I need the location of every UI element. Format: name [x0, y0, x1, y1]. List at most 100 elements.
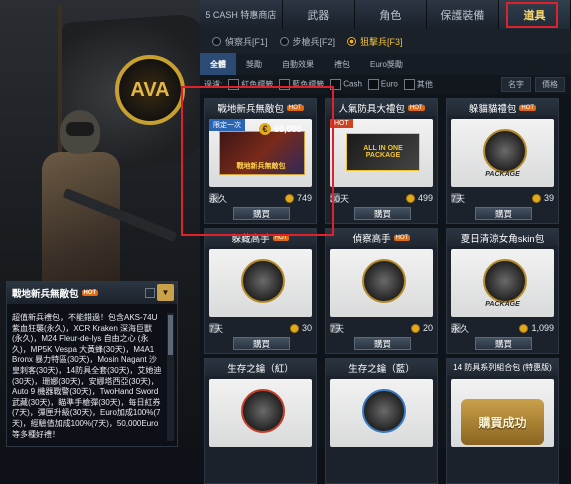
radio-rifleman[interactable]: 步槍兵[F2]	[279, 35, 336, 48]
scrollbar-thumb[interactable]	[168, 315, 173, 355]
item-footer: 7天 20	[326, 321, 437, 335]
item-footer: 7天 39	[447, 191, 558, 205]
info-toggle-icon[interactable]	[145, 288, 155, 298]
item-card[interactable]: 生存之鑰（藍）	[325, 358, 438, 484]
buy-button[interactable]: 購買	[354, 207, 411, 220]
cash-coin-icon	[519, 323, 529, 333]
tab-cash-shop[interactable]: 5 CASH 特惠商店	[200, 0, 283, 29]
item-card[interactable]: 躲貓貓禮包 HOT PACKAGE 7天 39 購買	[446, 98, 559, 224]
item-card[interactable]: 躲藏高手 HOT 7天 30 購買	[204, 228, 317, 354]
info-description: 超值新兵禮包，不能錯過！包含AKS-74U 紫血狂襲(永久)，XCR Krake…	[12, 313, 162, 439]
item-price: 1,099	[519, 323, 554, 333]
price-value: 499	[417, 193, 433, 203]
tab-weapons[interactable]: 武器	[282, 0, 355, 29]
item-title: 人氣防具大禮包 HOT	[326, 99, 437, 116]
item-name: 生存之鑰（紅）	[227, 363, 294, 375]
item-icon	[241, 259, 285, 303]
item-card[interactable]: 人氣防具大禮包 HOT ALL IN ONE PACKAGE HOT 30天 499…	[325, 98, 438, 224]
sort-by-name-button[interactable]: 名字	[501, 77, 531, 92]
purchase-success-overlay: 購買成功	[461, 399, 544, 445]
item-image	[330, 249, 433, 317]
item-duration: 7天	[451, 193, 466, 204]
item-name: 14 防具系列組合包 (特惠版)	[453, 363, 552, 372]
checkbox	[367, 79, 379, 90]
key-icon	[241, 389, 285, 433]
tab-characters[interactable]: 角色	[354, 0, 427, 29]
category-rewards[interactable]: 獎勵	[236, 53, 272, 75]
item-title: 生存之鑰（藍）	[326, 359, 437, 376]
category-euro-rewards[interactable]: Euro獎勵	[360, 53, 413, 75]
item-duration: 7天	[209, 323, 224, 334]
item-duration: 永久	[451, 323, 470, 334]
package-icon	[483, 129, 527, 173]
item-title: 14 防具系列組合包 (特惠版)	[447, 359, 558, 376]
package-icon	[483, 259, 527, 303]
item-card[interactable]: 生存之鑰（紅）	[204, 358, 317, 484]
item-info-panel: 戰地新兵無敵包 HOT ▼ 超值新兵禮包，不能錯過！包含AKS-74U 紫血狂襲…	[6, 281, 178, 447]
category-gift-packs[interactable]: 禮包	[324, 53, 360, 75]
item-name: 偵察高手	[352, 233, 391, 245]
category-all[interactable]: 全體	[200, 53, 236, 75]
item-name: 躲貓貓禮包	[468, 103, 517, 115]
item-image: PACKAGE	[451, 249, 554, 317]
radio-dot	[279, 36, 289, 46]
filter-cash[interactable]: Cash	[330, 79, 362, 90]
tab-protective-gear[interactable]: 保護裝備	[426, 0, 499, 29]
package-box: ALL IN ONE PACKAGE	[346, 133, 420, 171]
item-image: 購買成功	[451, 379, 554, 447]
buy-button[interactable]: 購買	[475, 337, 532, 350]
price-value: 39	[543, 193, 554, 203]
item-image: ALL IN ONE PACKAGE HOT	[330, 119, 433, 187]
hot-badge: HOT	[519, 104, 537, 111]
item-footer: 7天 30	[205, 321, 316, 335]
filter-other[interactable]: 其他	[403, 79, 433, 91]
highlight-first-item	[181, 86, 334, 236]
item-card[interactable]: 14 防具系列組合包 (特惠版) 購買成功	[446, 358, 559, 484]
class-radio-row: 偵察兵[F1] 步槍兵[F2] 狙擊兵[F3]	[200, 29, 571, 53]
radio-label: 偵察兵[F1]	[225, 36, 268, 47]
item-image	[209, 249, 312, 317]
checkbox	[403, 79, 415, 91]
item-name: 夏日清涼女角skin包	[460, 233, 545, 245]
hot-badge: HOT	[81, 290, 99, 296]
chevron-down-icon[interactable]: ▼	[157, 284, 174, 301]
item-image: PACKAGE	[451, 119, 554, 187]
item-image	[209, 379, 312, 447]
filter-text: 其他	[416, 79, 433, 89]
item-title: 夏日清涼女角skin包	[447, 229, 558, 246]
item-card[interactable]: 夏日清涼女角skin包 PACKAGE 永久 1,099 購買	[446, 228, 559, 354]
item-title: 躲貓貓禮包 HOT	[447, 99, 558, 116]
item-footer: 30天 499	[326, 191, 437, 205]
radio-scout[interactable]: 偵察兵[F1]	[212, 35, 268, 48]
hot-badge: HOT	[393, 234, 411, 241]
info-scrollbar[interactable]	[167, 313, 174, 441]
buy-button[interactable]: 購買	[354, 337, 411, 350]
key-icon	[362, 389, 406, 433]
filter-text: Cash	[343, 79, 362, 89]
price-value: 30	[301, 323, 312, 333]
sort-controls: 名字 價格	[501, 77, 571, 92]
emblem-text: AVA	[130, 78, 170, 101]
radio-label: 步槍兵[F2]	[292, 36, 336, 47]
package-label: PACKAGE	[485, 301, 520, 308]
buy-button[interactable]: 購買	[475, 207, 532, 220]
item-price: 20	[410, 323, 433, 333]
item-title: 生存之鑰（紅）	[205, 359, 316, 376]
filter-euro[interactable]: Euro	[367, 79, 398, 90]
cash-coin-icon	[289, 323, 299, 333]
category-tabs: 全體 獎勵 自動效果 禮包 Euro獎勵	[200, 53, 571, 75]
price-value: 20	[422, 323, 433, 333]
item-footer: 永久 1,099	[447, 321, 558, 335]
item-price: 39	[531, 193, 554, 203]
radio-sniper[interactable]: 狙擊兵[F3]	[347, 35, 403, 48]
category-auto-effects[interactable]: 自動效果	[272, 53, 324, 75]
item-title: 偵察高手 HOT	[326, 229, 437, 246]
radio-dot-selected	[347, 36, 357, 46]
item-icon	[362, 259, 406, 303]
soldier-body	[42, 152, 120, 302]
cash-coin-icon	[405, 193, 415, 203]
sort-by-price-button[interactable]: 價格	[535, 77, 565, 92]
item-card[interactable]: 偵察高手 HOT 7天 20 購買	[325, 228, 438, 354]
buy-button[interactable]: 購買	[233, 337, 290, 350]
info-title-text: 戰地新兵無敵包	[12, 289, 79, 300]
